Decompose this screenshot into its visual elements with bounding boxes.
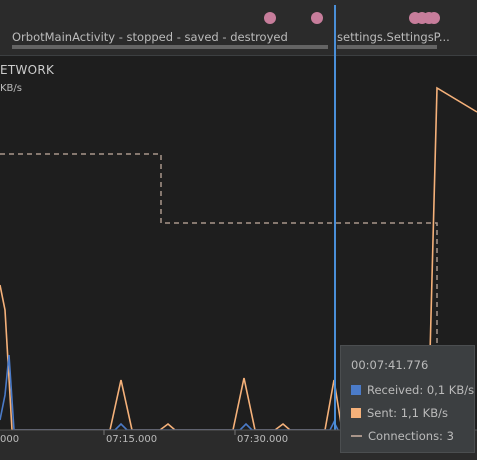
tooltip-sent-text: Sent: 1,1 KB/s [367, 406, 448, 420]
connections-legend-icon [351, 435, 362, 437]
tooltip-sent-row: Sent: 1,1 KB/s [351, 406, 448, 420]
tooltip-received-text: Received: 0,1 KB/s [367, 383, 475, 397]
tick-label: 000 [0, 434, 20, 445]
network-tooltip: 00:07:41.776 Received: 0,1 KB/s Sent: 1,… [340, 345, 475, 453]
tooltip-timestamp: 00:07:41.776 [351, 358, 429, 372]
received-swatch-icon [351, 385, 361, 395]
tick-label: 07:30.000 [237, 434, 289, 445]
sent-swatch-icon [351, 408, 361, 418]
tooltip-connections-row: Connections: 3 [351, 429, 454, 443]
tick-label: 07:15.000 [106, 434, 158, 445]
tooltip-connections-text: Connections: 3 [368, 429, 454, 443]
tooltip-received-row: Received: 0,1 KB/s [351, 383, 474, 397]
